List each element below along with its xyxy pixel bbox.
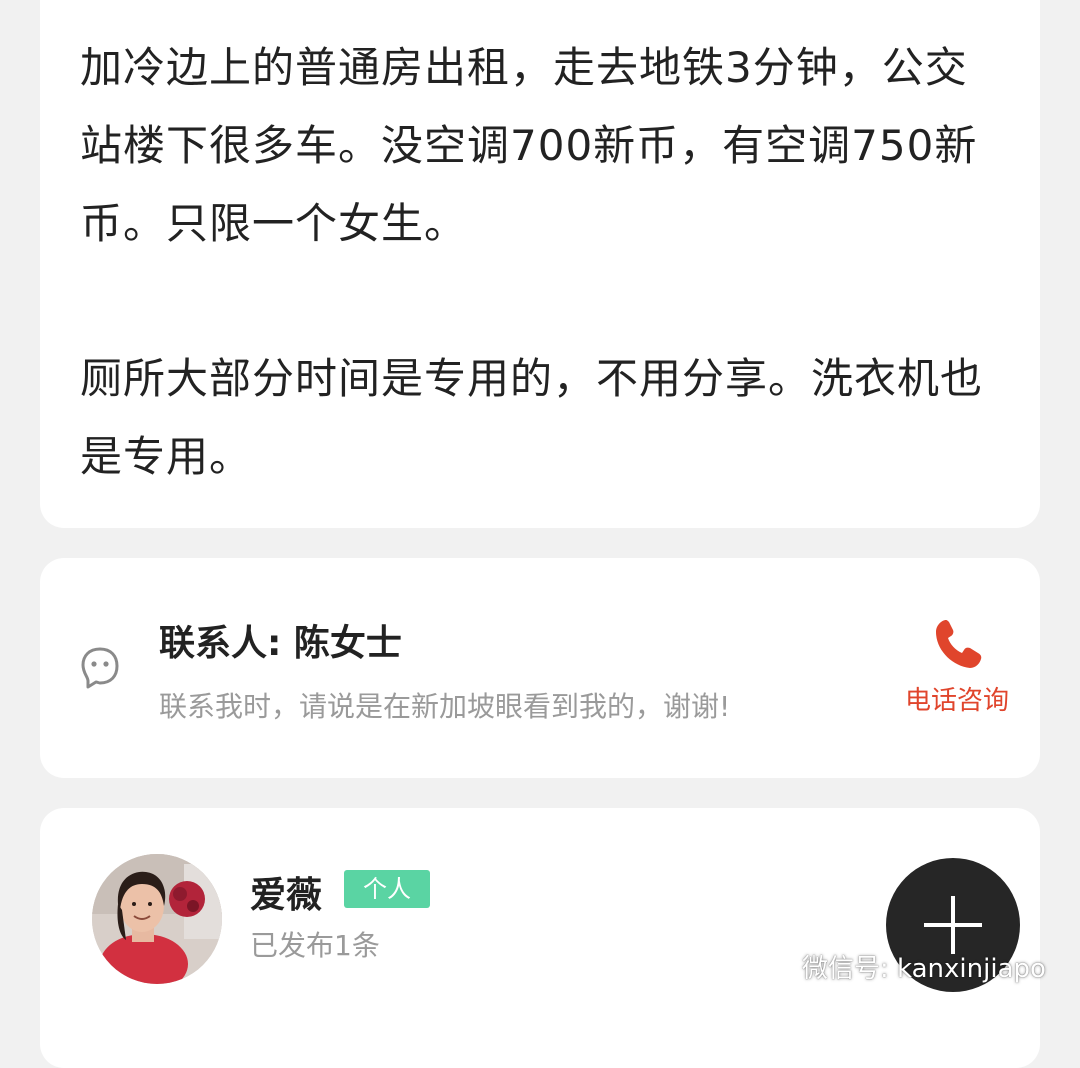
phone-icon	[932, 616, 984, 672]
description-paragraph: 厕所大部分时间是专用的，不用分享。洗衣机也是专用。	[80, 354, 984, 481]
phone-consult-button[interactable]: 电话咨询	[892, 614, 1022, 724]
contact-card: 联系人: 陈女士 联系我时，请说是在新加坡眼看到我的，谢谢! 电话咨询	[40, 558, 1040, 778]
phone-consult-label: 电话咨询	[904, 686, 1009, 716]
user-post-count: 已发布1条	[250, 929, 380, 962]
contact-name: 联系人: 陈女士	[159, 623, 402, 664]
wechat-icon	[752, 946, 796, 987]
chat-bubble-icon	[80, 646, 120, 690]
description-paragraph: 加冷边上的普通房出租，走去地铁3分钟，公交站楼下很多车。没空调700新币，有空调…	[80, 43, 978, 248]
wechat-watermark: 微信号: kanxinjiapo	[752, 946, 1046, 987]
description-card: 加冷边上的普通房出租，走去地铁3分钟，公交站楼下很多车。没空调700新币，有空调…	[40, 0, 1040, 528]
contact-tip: 联系我时，请说是在新加坡眼看到我的，谢谢!	[159, 690, 731, 723]
watermark-text: 微信号: kanxinjiapo	[802, 953, 1046, 984]
user-type-badge: 个人	[344, 870, 430, 908]
user-name: 爱薇	[250, 875, 323, 916]
avatar[interactable]	[92, 854, 222, 984]
